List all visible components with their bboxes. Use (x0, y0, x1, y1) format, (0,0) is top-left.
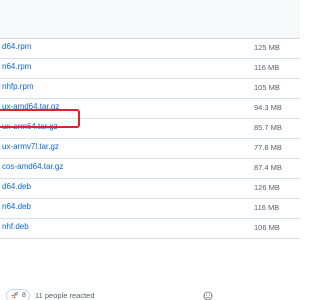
asset-size: 126 MB (254, 183, 280, 192)
asset-size: 77.8 MB (254, 143, 282, 152)
asset-link[interactable]: n64.rpm (2, 62, 31, 71)
asset-link[interactable]: d64.rpm (2, 42, 31, 51)
asset-row: d64.deb 126 MB (0, 179, 300, 199)
asset-row: n64.deb 116 MB (0, 199, 300, 219)
reactions-summary: 11 people reacted (35, 291, 95, 300)
asset-size: 116 MB (254, 63, 280, 72)
asset-link[interactable]: nhf.deb (2, 222, 29, 231)
asset-row: d64.rpm 125 MB (0, 39, 300, 59)
asset-size: 94.3 MB (254, 103, 282, 112)
asset-link[interactable]: d64.deb (2, 182, 31, 191)
asset-size: 106 MB (254, 223, 280, 232)
asset-row: cos-amd64.tar.gz 87.4 MB (0, 159, 300, 179)
asset-link[interactable]: ux-arm64.tar.gz (2, 122, 58, 131)
reactions-bar: 8 11 people reacted (0, 289, 300, 300)
asset-link[interactable]: nhfp.rpm (2, 82, 34, 91)
asset-link[interactable]: cos-amd64.tar.gz (2, 162, 63, 171)
release-assets-page: d64.rpm 125 MB n64.rpm 116 MB nhfp.rpm 1… (0, 0, 300, 300)
asset-row: nhf.deb 106 MB (0, 219, 300, 239)
reaction-rocket-button[interactable]: 8 (6, 289, 30, 300)
asset-row: ux-arm64.tar.gz 85.7 MB (0, 119, 300, 139)
reaction-count: 8 (22, 292, 26, 299)
asset-row: ux-armv7l.tar.gz 77.8 MB (0, 139, 300, 159)
asset-row: n64.rpm 116 MB (0, 59, 300, 79)
asset-row-highlighted: ux-amd64.tar.gz 94.3 MB (0, 99, 300, 119)
asset-size: 85.7 MB (254, 123, 282, 132)
asset-row: nhfp.rpm 105 MB (0, 79, 300, 99)
asset-link[interactable]: ux-armv7l.tar.gz (2, 142, 59, 151)
assets-list: d64.rpm 125 MB n64.rpm 116 MB nhfp.rpm 1… (0, 38, 300, 239)
asset-size: 125 MB (254, 43, 280, 52)
asset-size: 105 MB (254, 83, 280, 92)
asset-link-highlighted[interactable]: ux-amd64.tar.gz (2, 102, 59, 111)
assets-header-strip (0, 0, 300, 38)
asset-size: 87.4 MB (254, 163, 282, 172)
smiley-icon[interactable] (203, 291, 213, 300)
rocket-icon (11, 291, 19, 299)
asset-link[interactable]: n64.deb (2, 202, 31, 211)
asset-size: 116 MB (254, 203, 280, 212)
